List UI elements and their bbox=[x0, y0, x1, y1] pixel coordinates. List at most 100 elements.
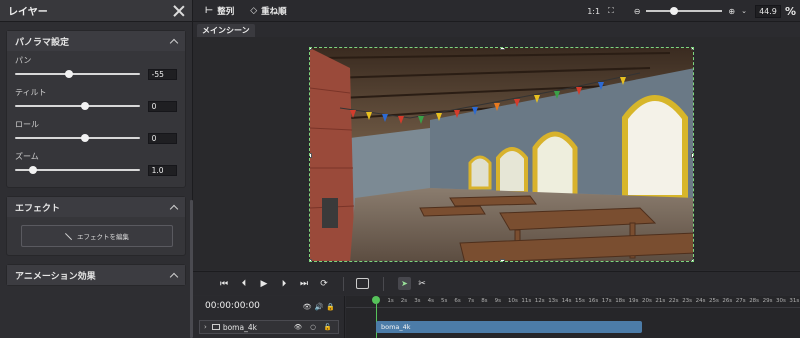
roll-slider-knob[interactable] bbox=[81, 134, 89, 142]
chevron-up-icon[interactable] bbox=[169, 204, 179, 213]
panorama-section: パノラマ設定 パン -55 ティルト 0 ロール 0 ズーム 1.0 bbox=[6, 30, 186, 188]
pan-slider-row: パン -55 bbox=[7, 51, 185, 83]
zoom-slider-knob[interactable] bbox=[670, 7, 679, 15]
zoom-out-icon[interactable]: ⊖ bbox=[634, 7, 641, 16]
loop-icon[interactable]: ⟳ bbox=[319, 279, 329, 289]
canvas-area bbox=[193, 37, 800, 270]
resize-handle[interactable] bbox=[500, 48, 505, 50]
transport-bar: ⏮ ⏴ ▶ ⏵ ⏭ ⟳ ➤ ✂ bbox=[193, 271, 800, 295]
timeline-ruler[interactable]: 01s2s3s4s5s6s7s8s9s10s11s12s13s14s15s16s… bbox=[346, 296, 800, 308]
fullscreen-icon[interactable]: ⛶ bbox=[608, 6, 614, 16]
scissors-icon[interactable]: ✂ bbox=[417, 279, 427, 289]
ruler-tick-label: 17s bbox=[601, 298, 612, 304]
ruler-tick-label: 23s bbox=[682, 298, 693, 304]
edit-effect-label: エフェクトを編集 bbox=[77, 233, 129, 241]
zoom-value-input[interactable]: 1.0 bbox=[147, 164, 177, 176]
zoom-percent-input[interactable]: 44.9 bbox=[754, 4, 781, 18]
resize-handle[interactable] bbox=[691, 259, 693, 261]
panorama-section-header[interactable]: パノラマ設定 bbox=[7, 31, 185, 51]
order-button[interactable]: ◇ 重ね順 bbox=[250, 5, 286, 17]
resize-handle[interactable] bbox=[310, 48, 312, 50]
track-header-row[interactable]: › boma_4k 👁 ○ 🔓 bbox=[199, 320, 339, 334]
panorama-video-frame[interactable] bbox=[309, 47, 694, 262]
edit-effect-button[interactable]: エフェクトを編集 bbox=[21, 225, 173, 247]
zoom-slider[interactable] bbox=[15, 166, 140, 174]
ruler-tick-label: 31s bbox=[789, 298, 800, 304]
resize-handle[interactable] bbox=[500, 259, 505, 261]
snap-icon[interactable] bbox=[356, 278, 369, 289]
track-row-icons[interactable]: 👁 ○ 🔓 bbox=[294, 323, 335, 331]
ruler-tick-label: 13s bbox=[548, 298, 559, 304]
percent-sign: % bbox=[784, 4, 796, 18]
step-forward-icon[interactable]: ⏵ bbox=[279, 279, 289, 289]
chevron-down-icon[interactable]: ⌄ bbox=[741, 7, 747, 15]
ruler-tick-label: 25s bbox=[709, 298, 719, 304]
track-global-icons[interactable]: 👁🔊🔒 bbox=[303, 303, 338, 311]
ruler-tick-label: 6s bbox=[454, 298, 461, 304]
timeline-track-headers: 00:00:00:00 👁🔊🔒 › boma_4k 👁 ○ 🔓 bbox=[193, 296, 345, 338]
tilt-slider[interactable] bbox=[15, 102, 140, 110]
ruler-tick-label: 8s bbox=[481, 298, 488, 304]
ruler-tick-label: 15s bbox=[575, 298, 585, 304]
align-left-icon: ⊢ bbox=[205, 5, 214, 16]
chevron-right-icon[interactable]: › bbox=[204, 323, 207, 331]
zoom-label: ズーム bbox=[15, 152, 39, 161]
resize-handle[interactable] bbox=[691, 153, 693, 158]
zoom-in-icon[interactable]: ⊕ bbox=[728, 7, 735, 16]
effect-section-header[interactable]: エフェクト bbox=[7, 197, 185, 217]
skip-to-end-icon[interactable]: ⏭ bbox=[299, 279, 309, 289]
divider bbox=[383, 276, 384, 291]
roll-slider[interactable] bbox=[15, 134, 140, 142]
pan-value-input[interactable]: -55 bbox=[147, 68, 177, 80]
timeline-area[interactable]: 01s2s3s4s5s6s7s8s9s10s11s12s13s14s15s16s… bbox=[346, 296, 800, 338]
ruler-tick-label: 9s bbox=[494, 298, 501, 304]
divider bbox=[343, 276, 344, 291]
ruler-tick-label: 11s bbox=[521, 298, 532, 304]
pan-slider-knob[interactable] bbox=[65, 70, 73, 78]
layers-order-icon: ◇ bbox=[250, 5, 258, 16]
track-name: boma_4k bbox=[222, 322, 257, 332]
resize-handle[interactable] bbox=[310, 259, 312, 261]
step-back-icon[interactable]: ⏴ bbox=[239, 279, 249, 289]
resize-handle[interactable] bbox=[691, 48, 693, 50]
play-icon[interactable]: ▶ bbox=[259, 279, 269, 289]
roll-label: ロール bbox=[15, 120, 39, 129]
chevron-up-icon[interactable] bbox=[169, 38, 179, 47]
tab-main-scene[interactable]: メインシーン bbox=[197, 24, 255, 37]
skip-to-start-icon[interactable]: ⏮ bbox=[219, 279, 229, 289]
align-label: 整列 bbox=[217, 6, 235, 17]
ruler-tick-label: 14s bbox=[561, 298, 572, 304]
animation-section-title: アニメーション効果 bbox=[15, 271, 96, 282]
ruler-tick-label: 28s bbox=[749, 298, 760, 304]
layer-panel-header: レイヤー bbox=[0, 0, 192, 22]
align-button[interactable]: ⊢ 整列 bbox=[205, 5, 234, 17]
video-clip[interactable]: boma_4k bbox=[376, 321, 642, 333]
pan-slider[interactable] bbox=[15, 70, 140, 78]
tilt-slider-knob[interactable] bbox=[81, 102, 89, 110]
ratio-button[interactable]: 1:1 bbox=[587, 7, 600, 16]
zoom-slider-row: ズーム 1.0 bbox=[7, 147, 185, 187]
ruler-tick-label: 26s bbox=[722, 298, 733, 304]
video-track-icon bbox=[211, 324, 220, 330]
animation-section: アニメーション効果 bbox=[6, 264, 186, 286]
magic-wand-icon bbox=[65, 232, 73, 240]
roll-slider-row: ロール 0 bbox=[7, 115, 185, 147]
resize-handle[interactable] bbox=[310, 153, 312, 158]
roll-value-input[interactable]: 0 bbox=[147, 132, 177, 144]
effect-section-title: エフェクト bbox=[15, 203, 61, 214]
zoom-slider[interactable] bbox=[646, 7, 723, 15]
tilt-value-input[interactable]: 0 bbox=[147, 100, 177, 112]
ruler-tick-label: 19s bbox=[628, 298, 639, 304]
ruler-tick-label: 22s bbox=[668, 298, 679, 304]
ruler-tick-label: 21s bbox=[655, 298, 666, 304]
close-icon[interactable] bbox=[172, 4, 186, 18]
select-tool-icon[interactable]: ➤ bbox=[398, 277, 411, 290]
playhead-handle[interactable] bbox=[372, 296, 380, 304]
restaurant-interior-image bbox=[310, 48, 693, 261]
tilt-slider-row: ティルト 0 bbox=[7, 83, 185, 115]
animation-section-header[interactable]: アニメーション効果 bbox=[7, 265, 185, 285]
top-toolbar: ⊢ 整列 ◇ 重ね順 1:1 ⛶ ⊖ ⊕ ⌄ 44.9 % bbox=[193, 0, 800, 22]
ruler-tick-label: 4s bbox=[427, 298, 434, 304]
zoom-slider-knob[interactable] bbox=[29, 166, 37, 174]
chevron-up-icon[interactable] bbox=[169, 272, 179, 281]
